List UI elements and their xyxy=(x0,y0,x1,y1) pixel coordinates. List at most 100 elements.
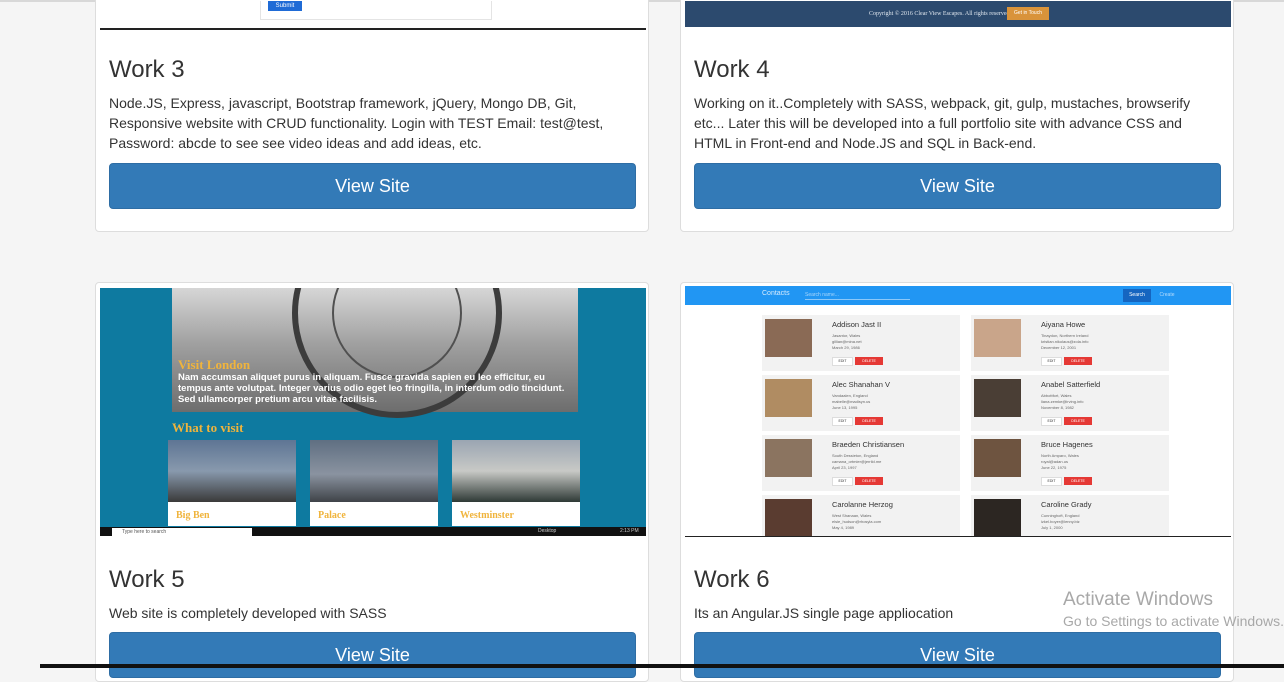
contact-delete-button: DELETE xyxy=(1064,357,1092,365)
place-caption: Westminster xyxy=(460,510,514,521)
taskbar-desktop: Desktop xyxy=(538,528,557,534)
contact-name: Carolanne Herzog xyxy=(832,500,893,509)
contact-name: Braeden Christiansen xyxy=(832,440,905,449)
what-to-visit-heading: What to visit xyxy=(172,420,244,435)
contact-email: gillian@mina.net xyxy=(832,339,862,344)
work-5-thumbnail[interactable]: Visit London Nam accumsan aliquet purus … xyxy=(100,288,646,536)
contact-edit-button: EDIT xyxy=(1041,477,1062,486)
contact-name: Caroline Grady xyxy=(1041,500,1092,509)
contacts-create-button: Create xyxy=(1159,292,1175,298)
activate-windows-subtitle: Go to Settings to activate Windows. xyxy=(1063,613,1284,629)
contact-delete-button: DELETE xyxy=(1064,477,1092,485)
place-tile-palace: Palace xyxy=(310,440,438,526)
place-tile-westminster: Westminster xyxy=(452,440,580,526)
work-5-description: Web site is completely developed with SA… xyxy=(109,605,387,621)
contact-name: Anabel Satterfield xyxy=(1041,380,1101,389)
contacts-search-button: Search xyxy=(1123,289,1151,302)
visit-london-heading: Visit London xyxy=(178,357,251,372)
work-4-view-site-button[interactable]: View Site xyxy=(694,163,1221,209)
contact-edit-button: EDIT xyxy=(1041,417,1062,426)
contact-birthday: June 13, 1995 xyxy=(832,405,858,410)
contact-edit-button: EDIT xyxy=(832,357,853,366)
contact-email: royal@adan.us xyxy=(1041,459,1068,464)
contact-birthday: June 22, 1975 xyxy=(1041,465,1067,470)
contact-email: liana.zemke@irving.info xyxy=(1041,399,1084,404)
work-3-card: Submit Work 3 Node.JS, Express, javascri… xyxy=(95,0,649,232)
contact-email: mabelle@madisyn.us xyxy=(832,399,871,404)
contact-delete-button: DELETE xyxy=(855,417,883,425)
contact-birthday: July 1, 2000 xyxy=(1041,525,1063,530)
work-5-title: Work 5 xyxy=(109,566,185,593)
work-6-thumbnail[interactable]: Contacts Search name... Search Create Ad… xyxy=(685,286,1231,537)
contact-email: kristian.nikolaus@zola.info xyxy=(1041,339,1089,344)
work-4-thumbnail[interactable]: Copyright © 2016 Clear View Escapes. All… xyxy=(685,1,1231,27)
contact-card: Anabel Satterfield Abbottfort, Wales liana… xyxy=(971,375,1169,431)
contact-location: Abbottfort, Wales xyxy=(1041,393,1072,398)
taskbar-search: Type here to search xyxy=(112,528,252,536)
contact-location: Tinaydon, Northern Ireland xyxy=(1041,333,1089,338)
contact-location: North Amparo, Wales xyxy=(1041,453,1079,458)
submit-button-thumb: Submit xyxy=(268,1,302,11)
contact-card: Braeden Christiansen South Dessieton, Eng… xyxy=(762,435,960,491)
work-6-title: Work 6 xyxy=(694,566,770,593)
contact-location: Vandaalen, England xyxy=(832,393,868,398)
contact-edit-button: EDIT xyxy=(832,417,853,426)
contact-photo xyxy=(974,319,1021,357)
contact-photo xyxy=(765,379,812,417)
work-3-view-site-button[interactable]: View Site xyxy=(109,163,636,209)
taskbar-time: 2:13 PM xyxy=(620,528,639,534)
contact-location: West Shanaan, Wales xyxy=(832,513,872,518)
westminster-image xyxy=(452,440,580,502)
contact-birthday: December 12, 2001 xyxy=(1041,345,1077,350)
contact-location: Cunninghoft, England xyxy=(1041,513,1080,518)
work-3-thumbnail[interactable]: Submit xyxy=(100,1,646,30)
contact-card: Carolanne Herzog West Shanaan, Wales elsie… xyxy=(762,495,960,536)
big-ben-image xyxy=(168,440,296,502)
work-6-view-site-button[interactable]: View Site xyxy=(694,632,1221,678)
contacts-search-input: Search name... xyxy=(805,291,910,300)
contact-birthday: March 29, 1986 xyxy=(832,345,860,350)
work-4-title: Work 4 xyxy=(694,56,770,83)
contact-card: Bruce Hagenes North Amparo, Wales royal@ad… xyxy=(971,435,1169,491)
contact-photo xyxy=(765,499,812,536)
contact-name: Aiyana Howe xyxy=(1041,320,1086,329)
place-caption: Palace xyxy=(318,510,346,521)
contact-location: Jasantor, Wales xyxy=(832,333,861,338)
thumb-copyright: Copyright © 2016 Clear View Escapes. All… xyxy=(869,11,1012,17)
place-caption: Big Ben xyxy=(176,510,210,521)
contact-edit-button: EDIT xyxy=(1041,357,1062,366)
work-5-view-site-button[interactable]: View Site xyxy=(109,632,636,678)
contact-name: Alec Shanahan V xyxy=(832,380,890,389)
contacts-brand: Contacts xyxy=(762,290,790,297)
contact-card: Alec Shanahan V Vandaalen, England mabelle… xyxy=(762,375,960,431)
contact-email: izkel.boyer@lenny.biz xyxy=(1041,519,1080,524)
contact-card: Caroline Grady Cunninghoft, England izkel.… xyxy=(971,495,1169,536)
work-3-title: Work 3 xyxy=(109,56,185,83)
contact-birthday: May 4, 1989 xyxy=(832,525,855,530)
contact-photo xyxy=(974,499,1021,536)
palace-image xyxy=(310,440,438,502)
place-tile-big-ben: Big Ben xyxy=(168,440,296,526)
contact-delete-button: DELETE xyxy=(1064,417,1092,425)
work-4-description: Working on it..Completely with SASS, web… xyxy=(694,95,1191,151)
contact-photo xyxy=(974,379,1021,417)
contacts-navbar: Contacts Search name... Search Create xyxy=(685,286,1231,305)
contact-photo xyxy=(765,319,812,357)
contact-card: Addison Jast II Jasantor, Wales gillian@mi… xyxy=(762,315,960,371)
work-3-description: Node.JS, Express, javascript, Bootstrap … xyxy=(109,95,604,151)
contact-birthday: November 8, 1982 xyxy=(1041,405,1074,410)
contact-email: camana_ortmier@jerrild.me xyxy=(832,459,882,464)
contact-delete-button: DELETE xyxy=(855,477,883,485)
contact-birthday: April 23, 1997 xyxy=(832,465,857,470)
hero-text: Nam accumsan aliquet purus in aliquam. F… xyxy=(178,372,565,405)
get-in-touch-button-thumb: Get in Touch xyxy=(1007,7,1049,20)
contact-name: Bruce Hagenes xyxy=(1041,440,1093,449)
contact-name: Addison Jast II xyxy=(832,320,882,329)
work-4-card: Copyright © 2016 Clear View Escapes. All… xyxy=(680,0,1234,232)
contact-delete-button: DELETE xyxy=(855,357,883,365)
windows-taskbar: Type here to search Desktop 2:13 PM xyxy=(100,527,646,536)
contact-location: South Dessieton, England xyxy=(832,453,879,458)
contact-photo xyxy=(974,439,1021,477)
activate-windows-title: Activate Windows xyxy=(1063,589,1213,610)
contact-email: elsie_hudson@rhosyla.com xyxy=(832,519,882,524)
